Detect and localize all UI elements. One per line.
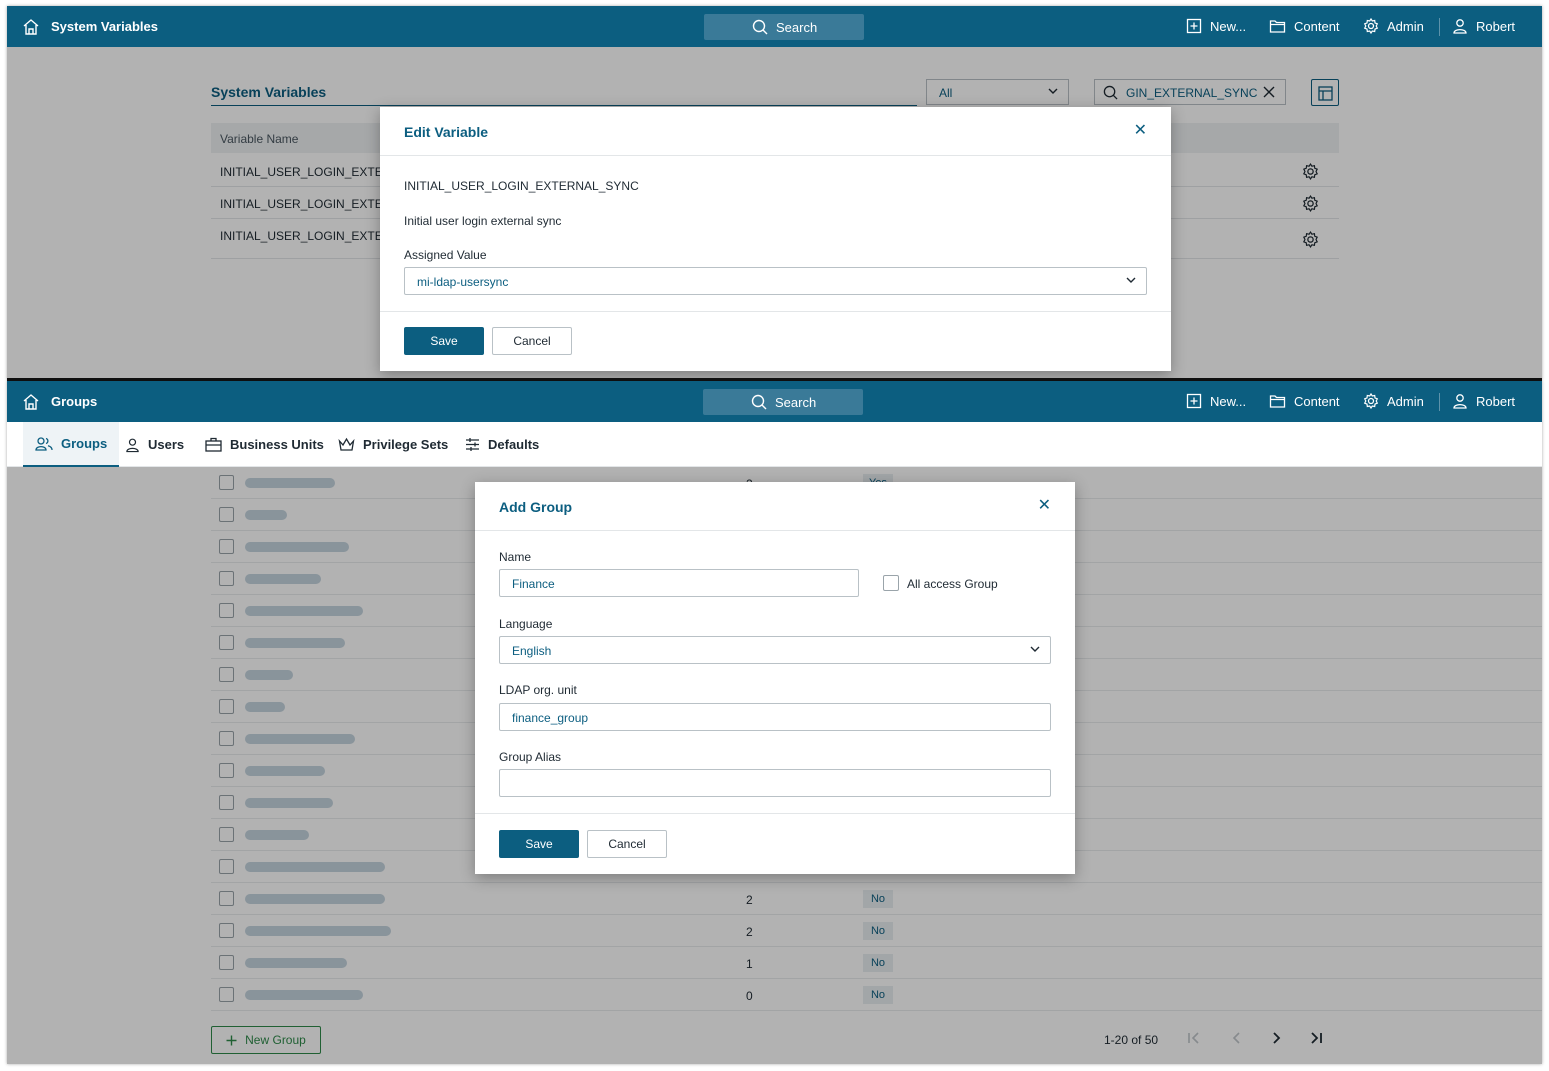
dialog-footer-divider — [380, 311, 1171, 312]
assigned-value-label: Assigned Value — [404, 248, 487, 262]
all-access-checkbox[interactable] — [883, 575, 899, 591]
tab-label: Users — [148, 437, 185, 452]
home-icon[interactable] — [22, 18, 40, 36]
cancel-button[interactable]: Cancel — [587, 830, 667, 858]
nav-user-label: Robert — [1476, 393, 1516, 409]
group-alias-label: Group Alias — [499, 750, 562, 764]
nav-content-button[interactable]: Content — [1269, 393, 1340, 409]
user-icon — [1453, 394, 1467, 409]
briefcase-icon — [205, 437, 222, 452]
system-variables-screen: System Variables Search New... Content A… — [7, 6, 1542, 380]
nav-title: System Variables — [51, 19, 158, 34]
tab-label: Privilege Sets — [363, 437, 449, 452]
nav-user-label: Robert — [1476, 18, 1516, 34]
plus-square-icon — [1186, 18, 1202, 34]
groups-screen: Groups Search New... Content Admin Rober… — [7, 381, 1542, 1064]
sliders-icon — [466, 438, 479, 451]
gear-icon — [1363, 18, 1379, 34]
edit-variable-dialog: Edit Variable ✕ INITIAL_USER_LOGIN_EXTER… — [380, 107, 1171, 371]
name-field[interactable]: Finance — [499, 569, 859, 597]
ldap-org-unit-value: finance_group — [512, 711, 589, 725]
close-icon[interactable]: ✕ — [1038, 498, 1051, 514]
user-icon — [1453, 19, 1467, 34]
language-selected: English — [512, 644, 552, 658]
nav-separator — [1439, 393, 1440, 411]
nav-admin-button[interactable]: Admin — [1363, 393, 1424, 409]
nav-search-button[interactable]: Search — [703, 389, 863, 415]
home-icon[interactable] — [22, 393, 40, 411]
nav-new-button[interactable]: New... — [1186, 393, 1246, 409]
gear-icon — [1363, 393, 1379, 409]
top-navbar: System Variables Search New... Content A… — [7, 6, 1542, 47]
nav-admin-label: Admin — [1387, 18, 1424, 34]
name-value: Finance — [512, 577, 555, 591]
ldap-org-unit-label: LDAP org. unit — [499, 683, 577, 697]
language-label: Language — [499, 617, 553, 631]
nav-admin-label: Admin — [1387, 393, 1424, 409]
users-icon — [35, 436, 53, 451]
dialog-header-divider — [380, 155, 1171, 156]
nav-content-button[interactable]: Content — [1269, 18, 1340, 34]
save-button[interactable]: Save — [499, 830, 579, 858]
nav-user-button[interactable]: Robert — [1452, 393, 1515, 409]
tab-label: Groups — [61, 436, 108, 451]
tab-users[interactable]: Users — [125, 422, 184, 467]
nav-search-label: Search — [776, 20, 818, 35]
assigned-value-select[interactable]: mi-ldap-usersync — [404, 267, 1147, 295]
nav-title: Groups — [51, 394, 98, 409]
group-alias-field[interactable] — [499, 769, 1051, 797]
dialog-title: Add Group — [499, 499, 573, 515]
nav-separator — [1439, 18, 1440, 36]
tab-privilege-sets[interactable]: Privilege Sets — [338, 422, 448, 467]
nav-content-label: Content — [1294, 18, 1340, 34]
folder-icon — [1269, 20, 1286, 33]
tab-business-units[interactable]: Business Units — [205, 422, 324, 467]
user-icon — [126, 438, 139, 452]
assigned-value-selected: mi-ldap-usersync — [417, 275, 509, 289]
nav-new-label: New... — [1210, 393, 1247, 409]
nav-search-label: Search — [775, 395, 817, 410]
cancel-button[interactable]: Cancel — [492, 327, 572, 355]
tab-label: Defaults — [488, 437, 540, 452]
nav-content-label: Content — [1294, 393, 1340, 409]
all-access-label: All access Group — [907, 577, 998, 591]
ldap-org-unit-field[interactable]: finance_group — [499, 703, 1051, 731]
tab-defaults[interactable]: Defaults — [465, 422, 539, 467]
nav-search-button[interactable]: Search — [704, 14, 864, 40]
tab-label: Business Units — [230, 437, 324, 452]
nav-user-button[interactable]: Robert — [1452, 18, 1515, 34]
nav-new-button[interactable]: New... — [1186, 18, 1246, 34]
language-select[interactable]: English — [499, 636, 1051, 664]
admin-tabs: Groups Users Business Units Privilege Se… — [7, 422, 1542, 467]
name-label: Name — [499, 550, 532, 564]
dialog-title: Edit Variable — [404, 124, 489, 140]
save-button[interactable]: Save — [404, 327, 484, 355]
bottom-navbar: Groups Search New... Content Admin Rober… — [7, 381, 1542, 422]
variable-name: INITIAL_USER_LOGIN_EXTERNAL_SYNC — [404, 179, 639, 193]
search-icon — [752, 19, 768, 35]
folder-icon — [1269, 395, 1286, 408]
chevron-down-icon — [1126, 277, 1136, 283]
dialog-header-divider — [475, 530, 1075, 531]
nav-new-label: New... — [1210, 18, 1247, 34]
nav-admin-button[interactable]: Admin — [1363, 18, 1424, 34]
search-icon — [751, 394, 767, 410]
crown-icon — [338, 437, 355, 451]
variable-description: Initial user login external sync — [404, 214, 562, 228]
add-group-dialog: Add Group ✕ Name Finance All access Grou… — [475, 482, 1075, 874]
tab-groups[interactable]: Groups — [23, 422, 120, 467]
chevron-down-icon — [1030, 646, 1040, 652]
dialog-footer-divider — [475, 813, 1075, 814]
plus-square-icon — [1186, 393, 1202, 409]
close-icon[interactable]: ✕ — [1134, 123, 1147, 139]
